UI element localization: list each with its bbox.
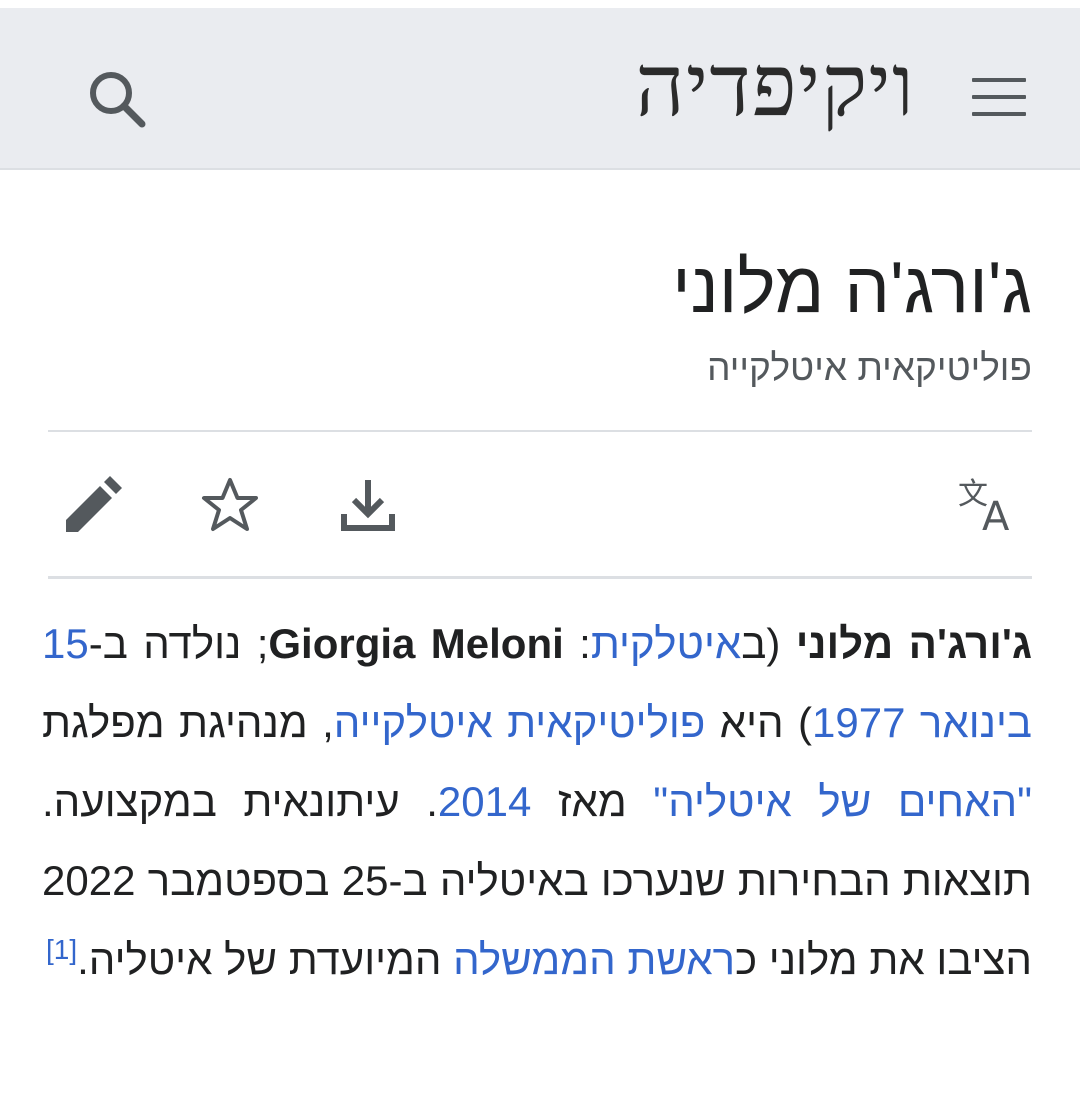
reference-link[interactable]: [1]	[46, 934, 77, 965]
text-fragment: , מנהיגת מפלגת	[42, 699, 334, 746]
text-fragment: המיועדת של איטליה.	[77, 936, 454, 983]
translate-icon[interactable]: 文 A	[954, 474, 1018, 538]
page-title: ג'ורג'ה מלוני	[672, 248, 1032, 328]
title-divider	[48, 430, 1032, 432]
link-prime-minister[interactable]: ראשת הממשלה	[453, 936, 735, 983]
link-birth-year[interactable]: 1977	[812, 699, 905, 746]
text-fragment: (ב	[741, 620, 796, 667]
article-lead-paragraph: ג'ורג'ה מלוני (באיטלקית: Giorgia Meloni;…	[42, 604, 1032, 999]
link-italian[interactable]: איטלקית	[591, 620, 741, 667]
text-fragment: :	[563, 620, 591, 667]
toolbar-divider	[48, 576, 1032, 579]
text-fragment: ) היא	[705, 699, 813, 746]
text-fragment	[905, 699, 919, 746]
link-year-2014[interactable]: 2014	[438, 778, 531, 825]
pencil-icon[interactable]	[60, 474, 124, 538]
svg-text:A: A	[982, 494, 1010, 538]
page-subtitle: פוליטיקאית איטלקייה	[707, 347, 1032, 388]
hamburger-menu-icon[interactable]	[972, 78, 1026, 118]
link-party[interactable]: "האחים של איטליה"	[653, 778, 1032, 825]
search-icon[interactable]	[84, 66, 150, 132]
status-bar-area	[0, 0, 1080, 8]
link-italian-politician[interactable]: פוליטיקאית איטלקייה	[334, 699, 706, 746]
latin-name: Giorgia Meloni	[268, 620, 564, 667]
site-header: ויקיפדיה	[0, 8, 1080, 170]
star-icon[interactable]	[198, 474, 262, 538]
article-subject-name: ג'ורג'ה מלוני	[795, 620, 1033, 667]
download-icon[interactable]	[336, 474, 400, 538]
text-fragment: ; נולדה ב-	[88, 620, 269, 667]
text-fragment: מאז	[531, 778, 654, 825]
wikipedia-logo[interactable]: ויקיפדיה	[635, 36, 915, 136]
